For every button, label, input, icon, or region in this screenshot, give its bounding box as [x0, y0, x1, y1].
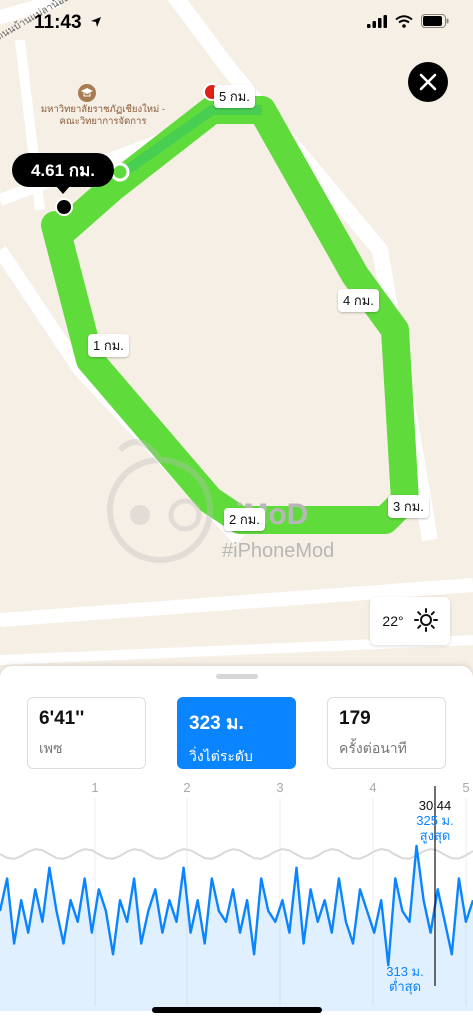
km-marker-4: 4 กม. [338, 289, 379, 312]
details-sheet[interactable]: 6'41'' เพซ 323 ม. วิ่งไต่ระดับ 179 ครั้ง… [0, 666, 473, 1024]
metric-card-cadence[interactable]: 179 ครั้งต่อนาที [327, 697, 446, 769]
place-label[interactable]: มหาวิทยาลัยราชภัฏเชียงใหม่ - คณะวิทยาการ… [18, 104, 188, 128]
location-arrow-icon [90, 17, 101, 27]
x-tick-label: 3 [276, 780, 283, 795]
marker-time: 30:44 [419, 798, 452, 813]
sun-icon [413, 607, 438, 635]
metric-cards: 6'41'' เพซ 323 ม. วิ่งไต่ระดับ 179 ครั้ง… [27, 697, 447, 769]
elevation-chart[interactable]: 1 2 3 4 5 30:44 325 ม. สูงสุด 313 ม. ต่ำสุด [0, 776, 473, 1016]
metric-label: วิ่งไต่ระดับ [189, 748, 253, 764]
x-tick-label: 5 [462, 780, 469, 795]
distance-callout: 4.61 กม. [12, 153, 114, 187]
status-bar: 11:43 [0, 0, 473, 52]
metric-value: 6'41'' [39, 708, 85, 729]
graduation-cap-icon[interactable] [78, 84, 96, 102]
callout-tail [56, 186, 70, 194]
home-indicator[interactable] [152, 1007, 322, 1013]
max-text-label: สูงสุด [420, 828, 451, 844]
km-marker-1: 1 กม. [88, 334, 129, 357]
metric-value: 179 [339, 708, 371, 729]
metric-label: ครั้งต่อนาที [339, 740, 407, 756]
min-value-label: 313 ม. [386, 964, 423, 979]
place-name-line2: คณะวิทยาการจัดการ [59, 116, 147, 127]
x-tick-label: 2 [183, 780, 190, 795]
status-time: 11:43 [34, 12, 102, 34]
close-icon [419, 73, 437, 91]
x-tick-label: 4 [369, 780, 376, 795]
km-marker-5: 5 กม. [214, 85, 255, 108]
metric-card-pace[interactable]: 6'41'' เพซ [27, 697, 146, 769]
status-time-text: 11:43 [34, 12, 82, 33]
metric-card-elevation[interactable]: 323 ม. วิ่งไต่ระดับ [177, 697, 296, 769]
watermark-handle: #iPhoneMod [222, 540, 335, 562]
metric-label: เพซ [39, 740, 63, 756]
weather-temperature: 22° [382, 613, 404, 629]
weather-badge: 22° [370, 597, 450, 645]
position-marker[interactable] [55, 198, 73, 216]
cellular-signal-icon [367, 14, 387, 28]
route-map[interactable]: iMoD #iPhoneMod ถนนบ้านแม่ลาน้อย มหาวิทย… [0, 0, 473, 680]
sheet-grabber[interactable] [216, 674, 258, 679]
metric-value: 323 ม. [189, 713, 244, 734]
min-text-label: ต่ำสุด [389, 978, 421, 995]
battery-icon [421, 14, 449, 28]
wifi-icon [395, 14, 413, 28]
km-marker-2: 2 กม. [224, 508, 265, 531]
close-button[interactable] [408, 62, 448, 102]
x-tick-label: 1 [91, 780, 98, 795]
max-value-label: 325 ม. [416, 813, 453, 828]
place-name-line1: มหาวิทยาลัยราชภัฏเชียงใหม่ - [40, 104, 166, 115]
km-marker-3: 3 กม. [388, 495, 429, 518]
comparison-line [0, 847, 473, 860]
